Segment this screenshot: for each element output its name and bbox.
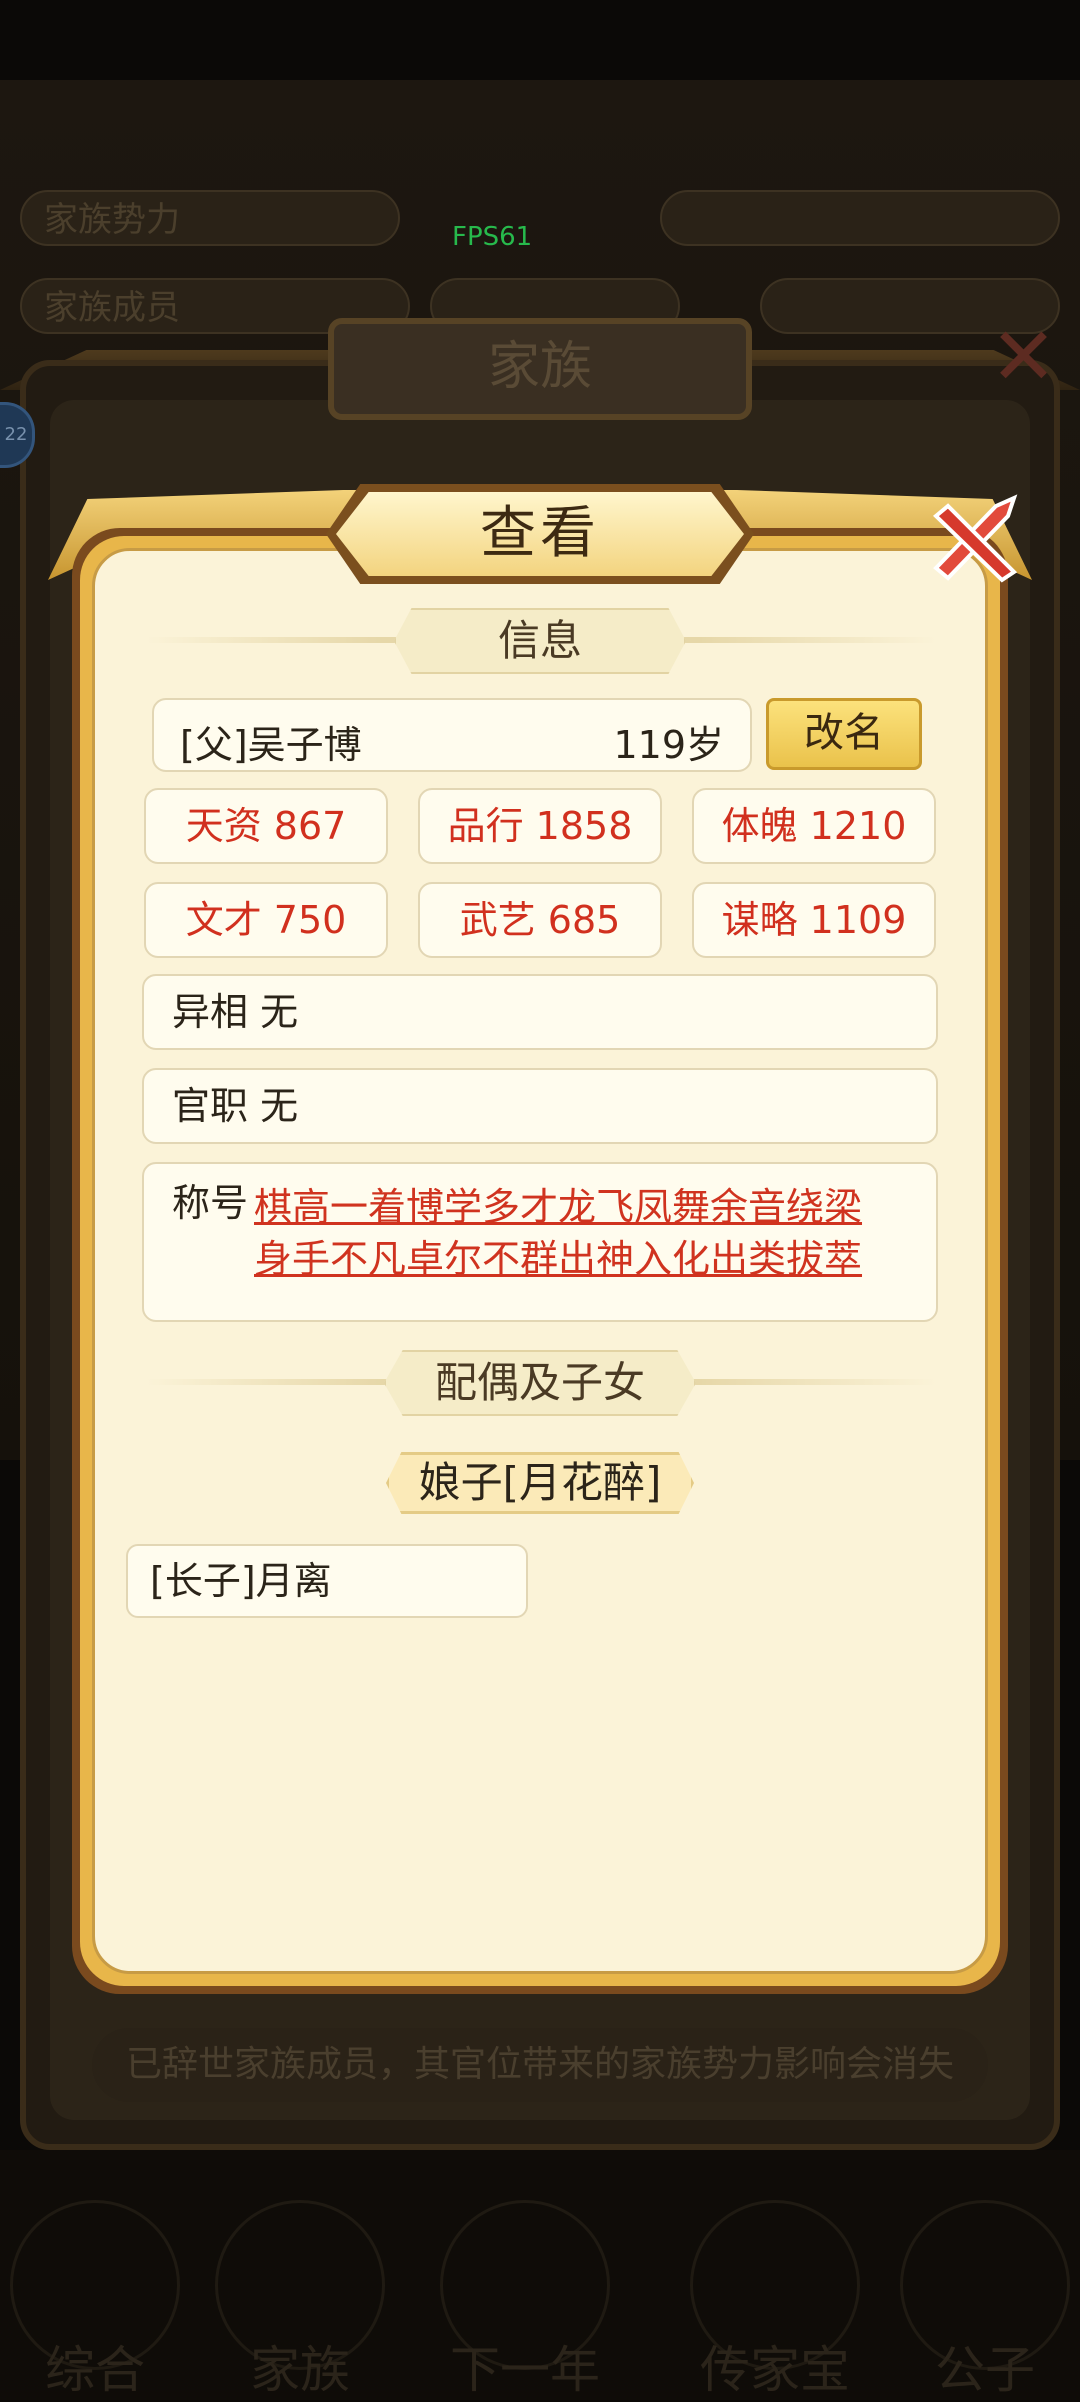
bg-stat-members-label: 家族成员 [44, 288, 180, 328]
stat-strategy: 谋略 1109 [692, 882, 936, 958]
stat-martial: 武艺 685 [418, 882, 662, 958]
bg-nav-item: 家族 [215, 2200, 385, 2400]
person-name: [父]吴子博 [180, 723, 362, 767]
titles-label: 称号 [172, 1181, 249, 1225]
stat-talent: 天资 867 [144, 788, 388, 864]
stat-morality: 品行 1858 [418, 788, 662, 864]
bg-notice: 已辞世家族成员，其官位带来的家族势力影响会消失 [92, 2028, 988, 2102]
bg-resource-bar [660, 190, 1060, 246]
bg-nav-item: 综合 [10, 2200, 180, 2400]
person-name-field: [父]吴子博 119岁 [152, 698, 752, 772]
bg-stat-power-label: 家族势力 [44, 200, 180, 240]
bg-nav-item: 下一年 [440, 2200, 610, 2400]
bg-nav-label: 综合 [45, 2341, 145, 2399]
stat-literature: 文才 750 [144, 882, 388, 958]
section-title-info: 信息 [394, 608, 686, 674]
close-button[interactable] [918, 480, 1034, 596]
titles-line-2: 身手不凡卓尔不群出神入化出类拔萃 [254, 1237, 863, 1281]
bg-nav-label: 家族 [250, 2341, 350, 2399]
bg-stat-power: 家族势力 [20, 190, 400, 246]
fps-counter: FPS61 [452, 222, 533, 252]
bg-nav-item: 传家宝 [690, 2200, 860, 2400]
bg-nav-label: 下一年 [450, 2341, 600, 2399]
rename-button[interactable]: 改名 [766, 698, 922, 770]
feature-field: 异相 无 [142, 974, 938, 1050]
bg-nav-label: 公子 [935, 2341, 1035, 2399]
section-title-family: 配偶及子女 [384, 1350, 696, 1416]
person-age: 119岁 [613, 723, 724, 767]
titles-field: 称号 棋高一着博学多才龙飞凤舞余音绕梁 身手不凡卓尔不群出神入化出类拔萃 [142, 1162, 938, 1322]
stat-physique: 体魄 1210 [692, 788, 936, 864]
spouse-tag[interactable]: 娘子[月花醉] [386, 1452, 694, 1514]
child-item[interactable]: [长子]月离 [126, 1544, 528, 1618]
bg-nav-label: 传家宝 [700, 2341, 850, 2399]
bg-close-icon: ✕ [990, 310, 1058, 403]
bg-window-title: 家族 [328, 318, 752, 420]
modal-title: 查看 [336, 492, 744, 576]
close-icon [933, 494, 1018, 583]
office-field: 官职 无 [142, 1068, 938, 1144]
bg-nav-item: 公子 [900, 2200, 1070, 2400]
titles-line-1: 棋高一着博学多才龙飞凤舞余音绕梁 [254, 1185, 863, 1229]
